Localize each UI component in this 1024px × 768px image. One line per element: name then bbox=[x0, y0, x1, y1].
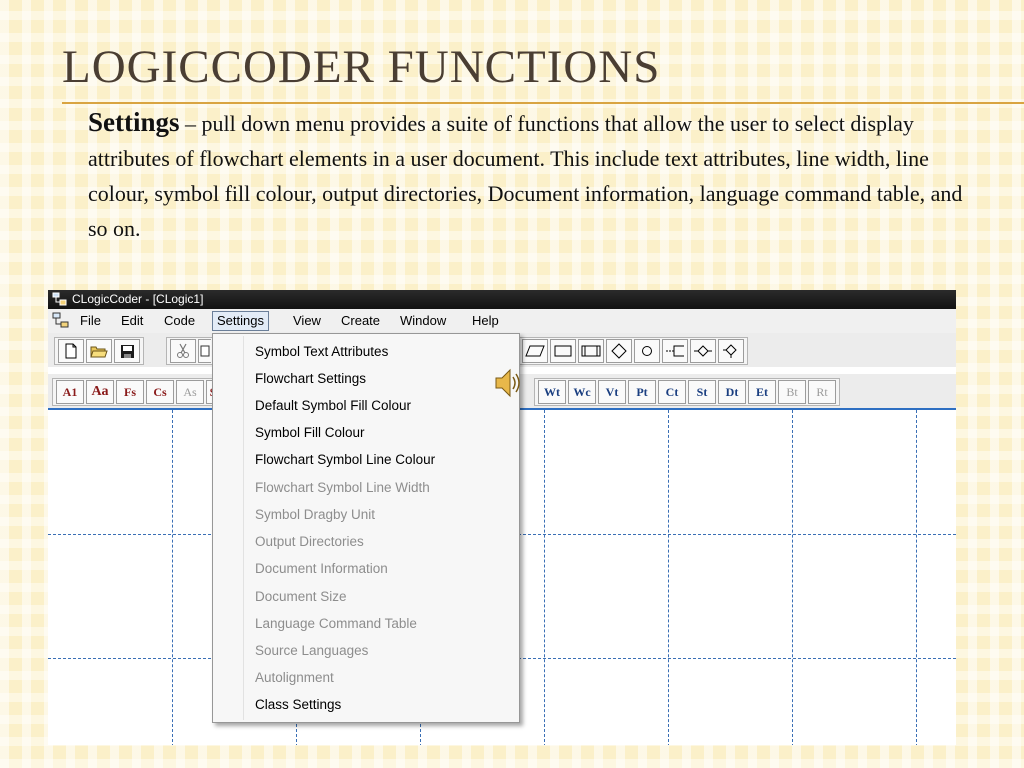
save-disk-icon[interactable] bbox=[114, 339, 140, 363]
description-text: – pull down menu provides a suite of fun… bbox=[88, 111, 963, 241]
toolbar-btn-vt[interactable]: Vt bbox=[598, 380, 626, 404]
new-document-icon[interactable] bbox=[58, 339, 84, 363]
menu-item-source-languages: Source Languages bbox=[255, 643, 369, 658]
toolbar-btn-pt[interactable]: Pt bbox=[628, 380, 656, 404]
menu-item-flowchart-settings[interactable]: Flowchart Settings bbox=[255, 365, 366, 392]
menu-settings[interactable]: Settings bbox=[212, 311, 269, 331]
settings-dropdown-menu: Symbol Text Attributes Flowchart Setting… bbox=[212, 333, 520, 723]
menu-file[interactable]: File bbox=[76, 312, 105, 330]
toolbar-btn-et[interactable]: Et bbox=[748, 380, 776, 404]
symbol-toolbar-group bbox=[518, 337, 748, 365]
window-titlebar[interactable]: CLogicCoder - [CLogic1] bbox=[48, 290, 956, 309]
grid-line bbox=[544, 410, 545, 745]
menu-edit[interactable]: Edit bbox=[117, 312, 147, 330]
connector-box-symbol-icon[interactable] bbox=[662, 339, 688, 363]
settings-keyword: Settings bbox=[88, 107, 180, 137]
menu-item-class-settings[interactable]: Class Settings bbox=[255, 691, 341, 718]
parallelogram-symbol-icon[interactable] bbox=[522, 339, 548, 363]
menu-item-document-size: Document Size bbox=[255, 589, 347, 604]
circle-symbol-icon[interactable] bbox=[634, 339, 660, 363]
toolbar-btn-bt[interactable]: Bt bbox=[778, 380, 806, 404]
slide-description: Settings – pull down menu provides a sui… bbox=[88, 105, 968, 246]
open-folder-icon[interactable] bbox=[86, 339, 112, 363]
menu-item-symbol-fill-colour[interactable]: Symbol Fill Colour bbox=[255, 419, 365, 446]
toolbar-btn-st[interactable]: St bbox=[688, 380, 716, 404]
toolbar-btn-aa[interactable]: Aa bbox=[86, 380, 114, 404]
menu-gutter bbox=[243, 336, 244, 720]
speaker-icon[interactable] bbox=[494, 366, 522, 400]
menu-item-autolignment: Autolignment bbox=[255, 670, 334, 685]
edit-toolbar-group bbox=[166, 337, 215, 365]
toolbar-btn-a1[interactable]: A1 bbox=[56, 380, 84, 404]
cut-scissors-icon[interactable] bbox=[170, 339, 196, 363]
copy-icon[interactable] bbox=[198, 339, 211, 363]
menu-code[interactable]: Code bbox=[160, 312, 199, 330]
menu-item-symbol-text-attributes[interactable]: Symbol Text Attributes bbox=[255, 338, 388, 365]
grid-line bbox=[172, 410, 173, 745]
menu-view[interactable]: View bbox=[289, 312, 325, 330]
menu-item-output-directories: Output Directories bbox=[255, 534, 364, 549]
toolbar-btn-rt[interactable]: Rt bbox=[808, 380, 836, 404]
menu-item-flowchart-symbol-line-colour[interactable]: Flowchart Symbol Line Colour bbox=[255, 446, 435, 473]
diamond-symbol-icon[interactable] bbox=[606, 339, 632, 363]
toolbar-btn-wt[interactable]: Wt bbox=[538, 380, 566, 404]
title-underline bbox=[62, 102, 1024, 104]
flowchart-app-icon bbox=[52, 292, 67, 306]
file-toolbar-group bbox=[54, 337, 144, 365]
menu-help[interactable]: Help bbox=[468, 312, 503, 330]
grid-line bbox=[668, 410, 669, 745]
slide-title: LogicCoder Functions bbox=[62, 41, 661, 93]
document-flowchart-icon[interactable] bbox=[52, 312, 70, 329]
grid-line bbox=[792, 410, 793, 745]
toolbar-btn-as[interactable]: As bbox=[176, 380, 204, 404]
toolbar-btn-dt[interactable]: Dt bbox=[718, 380, 746, 404]
menu-bar: File Edit Code Settings View Create Wind… bbox=[48, 309, 956, 333]
toolbar-btn-ct[interactable]: Ct bbox=[658, 380, 686, 404]
menu-item-symbol-dragby-unit: Symbol Dragby Unit bbox=[255, 507, 376, 522]
menu-create[interactable]: Create bbox=[337, 312, 384, 330]
predefined-process-symbol-icon[interactable] bbox=[578, 339, 604, 363]
window-title: CLogicCoder - [CLogic1] bbox=[72, 292, 204, 306]
menu-item-document-information: Document Information bbox=[255, 561, 388, 576]
rectangle-symbol-icon[interactable] bbox=[550, 339, 576, 363]
toolbar-btn-fs[interactable]: Fs bbox=[116, 380, 144, 404]
decision-connector-symbol-icon[interactable] bbox=[690, 339, 716, 363]
menu-item-flowchart-symbol-line-width: Flowchart Symbol Line Width bbox=[255, 480, 430, 495]
text-toolbar-right-group: Wt Wc Vt Pt Ct St Dt Et Bt Rt bbox=[534, 378, 840, 406]
decision-branch-symbol-icon[interactable] bbox=[718, 339, 744, 363]
menu-item-default-symbol-fill-colour[interactable]: Default Symbol Fill Colour bbox=[255, 392, 411, 419]
toolbar-btn-wc[interactable]: Wc bbox=[568, 380, 596, 404]
grid-line bbox=[916, 410, 917, 745]
text-toolbar-left-group: A1 Aa Fs Cs As S bbox=[52, 378, 223, 406]
menu-window[interactable]: Window bbox=[396, 312, 450, 330]
toolbar-btn-cs[interactable]: Cs bbox=[146, 380, 174, 404]
menu-item-language-command-table: Language Command Table bbox=[255, 616, 417, 631]
